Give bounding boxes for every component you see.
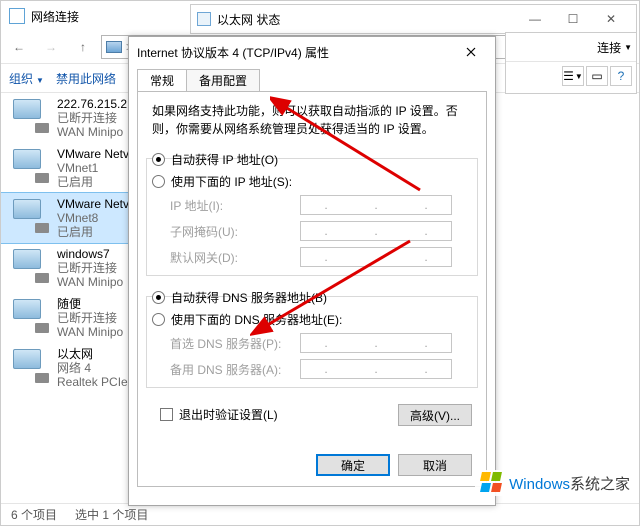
radio-ip-auto-label: 自动获得 IP 地址(O) xyxy=(171,151,278,168)
advanced-button[interactable]: 高级(V)... xyxy=(398,404,472,426)
view-details-button[interactable]: ▭ xyxy=(586,66,608,86)
description-text: 如果网络支持此功能，则可以获取自动指派的 IP 设置。否则，你需要从网络系统管理… xyxy=(152,102,472,138)
adapter-status: VMnet1 xyxy=(57,161,129,175)
status-selected: 选中 1 个项目 xyxy=(75,506,148,523)
preferred-dns-label: 首选 DNS 服务器(P): xyxy=(170,335,300,352)
dialog-titlebar: Internet 协议版本 4 (TCP/IPv4) 属性 xyxy=(129,37,495,67)
nav-up-button[interactable]: ↑ xyxy=(69,35,97,59)
radio-icon xyxy=(152,291,165,304)
subnet-mask-label: 子网掩码(U): xyxy=(170,223,300,240)
radio-icon xyxy=(152,153,165,166)
adapter-status: VMnet8 xyxy=(57,211,129,225)
preferred-dns-input[interactable]: ... xyxy=(300,333,452,353)
watermark-text: Windows系统之家 xyxy=(509,473,630,494)
adapter-device: WAN Minipo xyxy=(57,275,123,289)
ip-address-label: IP 地址(I): xyxy=(170,197,300,214)
adapter-status: 网络 4 xyxy=(57,361,128,375)
properties-window-fragment: 连接 ▼ ☰▼ ▭ ? xyxy=(505,32,637,94)
tabstrip: 常规 备用配置 xyxy=(129,67,495,91)
validate-label: 退出时验证设置(L) xyxy=(179,406,278,423)
nav-back-button[interactable]: ← xyxy=(5,35,33,59)
adapter-name: windows7 xyxy=(57,247,123,261)
network-connections-icon xyxy=(9,8,25,24)
alternate-dns-input[interactable]: ... xyxy=(300,359,452,379)
explorer-title: 网络连接 xyxy=(31,8,79,25)
status-count: 6 个项目 xyxy=(11,506,57,523)
connect-label-fragment: 连接 xyxy=(597,39,621,56)
organize-menu[interactable]: 组织▼ xyxy=(9,70,44,87)
alternate-dns-label: 备用 DNS 服务器(A): xyxy=(170,361,300,378)
nav-forward-button[interactable]: → xyxy=(37,35,65,59)
radio-dns-manual[interactable]: 使用下面的 DNS 服务器地址(E): xyxy=(152,308,472,330)
help-button[interactable]: ? xyxy=(610,66,632,86)
adapter-small-icon xyxy=(197,12,211,26)
tab-panel-general: 如果网络支持此功能，则可以获取自动指派的 IP 设置。否则，你需要从网络系统管理… xyxy=(137,91,487,487)
gateway-input[interactable]: ... xyxy=(300,247,452,267)
minimize-button[interactable]: — xyxy=(516,7,554,31)
adapter-name: 以太网 xyxy=(57,347,128,361)
adapter-status: 已断开连接 xyxy=(57,261,123,275)
ip-address-input[interactable]: ... xyxy=(300,195,452,215)
adapter-name: 222.76.215.21 xyxy=(57,97,134,111)
adapter-device: WAN Minipo xyxy=(57,125,134,139)
ethernet-status-window: 以太网 状态 — ☐ ✕ xyxy=(190,4,637,34)
cancel-button[interactable]: 取消 xyxy=(398,454,472,476)
adapter-name: VMware Netv xyxy=(57,197,129,211)
radio-ip-auto[interactable]: 自动获得 IP 地址(O) xyxy=(152,148,472,170)
explorer-statusbar: 6 个项目 选中 1 个项目 xyxy=(1,503,639,525)
windows-logo-icon xyxy=(481,472,503,494)
ethernet-status-title: 以太网 状态 xyxy=(217,11,280,28)
watermark: Windows系统之家 xyxy=(475,470,636,496)
adapter-icon xyxy=(9,147,49,183)
network-icon xyxy=(106,41,122,53)
adapter-icon xyxy=(9,247,49,283)
view-list-button[interactable]: ☰▼ xyxy=(562,66,584,86)
radio-dns-auto-label: 自动获得 DNS 服务器地址(B) xyxy=(171,289,327,306)
adapter-device: 已启用 xyxy=(57,225,129,239)
radio-dns-manual-label: 使用下面的 DNS 服务器地址(E): xyxy=(171,311,342,328)
radio-ip-manual[interactable]: 使用下面的 IP 地址(S): xyxy=(152,170,472,192)
close-button[interactable]: ✕ xyxy=(592,7,630,31)
radio-icon xyxy=(152,313,165,326)
radio-icon xyxy=(152,175,165,188)
dialog-close-button[interactable] xyxy=(455,40,487,64)
tab-general[interactable]: 常规 xyxy=(137,69,187,91)
adapter-device: WAN Minipo xyxy=(57,325,123,339)
adapter-icon xyxy=(9,297,49,333)
adapter-status: 已断开连接 xyxy=(57,311,123,325)
chevron-down-icon: ▼ xyxy=(624,43,632,52)
ok-button[interactable]: 确定 xyxy=(316,454,390,476)
subnet-mask-input[interactable]: ... xyxy=(300,221,452,241)
chevron-down-icon: ▼ xyxy=(36,76,44,85)
radio-dns-auto[interactable]: 自动获得 DNS 服务器地址(B) xyxy=(152,286,472,308)
gateway-label: 默认网关(D): xyxy=(170,249,300,266)
checkbox-icon xyxy=(160,408,173,421)
adapter-device: 已启用 xyxy=(57,175,129,189)
radio-ip-manual-label: 使用下面的 IP 地址(S): xyxy=(171,173,292,190)
disable-adapter-button[interactable]: 禁用此网络 xyxy=(56,70,116,87)
adapter-icon xyxy=(9,197,49,233)
ipv4-properties-dialog: Internet 协议版本 4 (TCP/IPv4) 属性 常规 备用配置 如果… xyxy=(128,36,496,506)
adapter-name: VMware Netv xyxy=(57,147,129,161)
close-icon xyxy=(466,47,476,57)
validate-on-exit-checkbox[interactable]: 退出时验证设置(L) xyxy=(160,406,278,423)
adapter-device: Realtek PCIe xyxy=(57,375,128,389)
adapter-name: 随便 xyxy=(57,297,123,311)
dialog-title: Internet 协议版本 4 (TCP/IPv4) 属性 xyxy=(137,44,329,61)
adapter-icon xyxy=(9,347,49,383)
maximize-button[interactable]: ☐ xyxy=(554,7,592,31)
tab-alternate[interactable]: 备用配置 xyxy=(186,69,260,91)
adapter-status: 已断开连接 xyxy=(57,111,134,125)
adapter-icon xyxy=(9,97,49,133)
